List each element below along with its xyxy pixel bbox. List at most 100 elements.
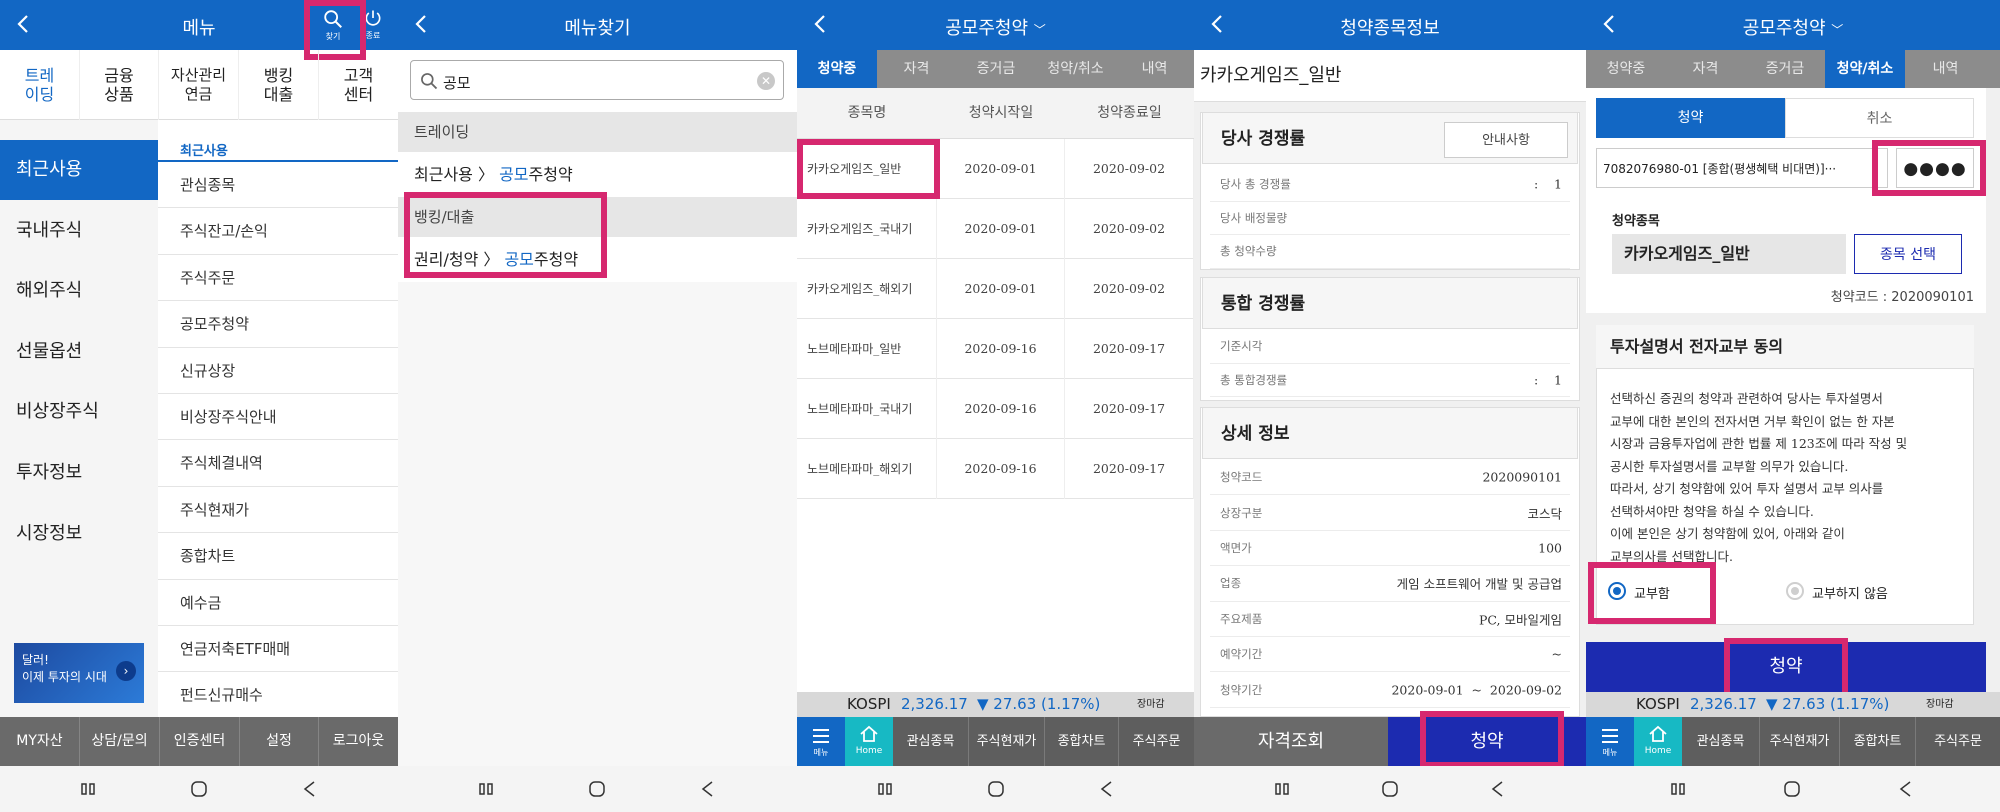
list-item[interactable]: 예수금 — [158, 580, 398, 626]
footer-consult[interactable]: 상담/문의 — [80, 717, 160, 766]
qualification-check-button[interactable]: 자격조회 — [1194, 717, 1388, 766]
tab-apply-cancel[interactable]: 청약/취소 — [1036, 50, 1115, 88]
nav-current-price[interactable]: 주식현재가 — [969, 717, 1045, 766]
back-icon[interactable] — [698, 779, 718, 799]
radio-not-deliver[interactable]: 교부하지 않음 — [1786, 578, 1916, 604]
recent-apps-icon[interactable] — [1668, 779, 1688, 799]
back-icon[interactable] — [300, 779, 320, 799]
tab-qualification[interactable]: 자격 — [877, 50, 956, 88]
tab-in-progress[interactable]: 청약중 — [1586, 50, 1666, 88]
recent-apps-icon[interactable] — [78, 779, 98, 799]
result-match: 공모 — [499, 165, 529, 184]
home-icon[interactable] — [1380, 779, 1400, 799]
cell-name: 노브메타파마_해외기 — [797, 439, 937, 499]
side-item-overseas[interactable]: 해외주식 — [0, 261, 158, 321]
page-title[interactable]: 공모주청약 ﹀ — [1586, 14, 2000, 40]
promo-banner[interactable]: 달러! 이제 투자의 시대 › — [14, 643, 144, 703]
list-item[interactable]: 주식현재가 — [158, 487, 398, 534]
home-icon[interactable] — [587, 779, 607, 799]
nav-order[interactable]: 주식주문 — [1119, 717, 1194, 766]
side-item-market-info[interactable]: 시장정보 — [0, 504, 158, 564]
info-key: 주요제품 — [1220, 611, 1263, 626]
notice-button[interactable]: 안내사항 — [1444, 122, 1568, 158]
category-banking[interactable]: 뱅킹 대출 — [239, 50, 319, 120]
tab-deposit[interactable]: 증거금 — [956, 50, 1036, 88]
table-row[interactable]: 노브메타파마_일반 2020-09-16 2020-09-17 — [797, 319, 1194, 379]
tab-apply-cancel[interactable]: 청약/취소 — [1825, 50, 1905, 88]
list-item[interactable]: 관심종목 — [158, 162, 398, 209]
tab-history[interactable]: 내역 — [1905, 50, 1986, 88]
list-item[interactable]: 공모주청약 — [158, 301, 398, 348]
info-row: 상장구분 코스닥 — [1210, 495, 1570, 531]
category-asset[interactable]: 자산관리 연금 — [159, 50, 239, 120]
tab-deposit[interactable]: 증거금 — [1745, 50, 1825, 88]
subtab-apply[interactable]: 청약 — [1596, 98, 1785, 138]
list-item[interactable]: 비상장주식안내 — [158, 394, 398, 441]
list-item[interactable]: 종합차트 — [158, 533, 398, 580]
recent-apps-icon[interactable] — [1272, 779, 1292, 799]
side-item-futures[interactable]: 선물옵션 — [0, 322, 158, 382]
footer-settings[interactable]: 설정 — [240, 717, 319, 766]
page-title[interactable]: 공모주청약 ﹀ — [797, 14, 1194, 40]
col-name: 종목명 — [847, 105, 887, 121]
recent-apps-icon[interactable] — [875, 779, 895, 799]
kospi-label: KOSPI — [1636, 695, 1680, 713]
list-item[interactable]: 주식잔고/손익 — [158, 208, 398, 255]
search-input[interactable]: 공모 ✕ — [410, 60, 784, 100]
table-row[interactable]: 카카오게임즈_국내기 2020-09-01 2020-09-02 — [797, 199, 1194, 259]
footer-logout[interactable]: 로그아웃 — [319, 717, 398, 766]
footer-cert[interactable]: 인증센터 — [160, 717, 240, 766]
list-item[interactable]: 신규상장 — [158, 348, 398, 394]
nav-home-button[interactable]: Home — [845, 717, 893, 766]
nav-watchlist[interactable]: 관심종목 — [893, 717, 969, 766]
list-item[interactable]: 주식체결내역 — [158, 440, 398, 487]
table-row[interactable]: 노브메타파마_해외기 2020-09-16 2020-09-17 — [797, 439, 1194, 499]
nav-menu-button[interactable]: 메뉴 — [1586, 717, 1634, 766]
category-customer[interactable]: 고객 센터 — [319, 50, 398, 120]
back-icon[interactable] — [1488, 779, 1508, 799]
nav-order[interactable]: 주식주문 — [1916, 717, 2000, 766]
cell-end: 2020-09-17 — [1065, 319, 1194, 379]
side-item-recent[interactable]: 최근사용 — [0, 140, 158, 200]
footer-my-asset[interactable]: MY자산 — [0, 717, 80, 766]
nav-watchlist[interactable]: 관심종목 — [1682, 717, 1760, 766]
kospi-change: ▼ 27.63 (1.17%) — [1766, 695, 1890, 713]
back-icon[interactable] — [1896, 779, 1916, 799]
subtab-cancel[interactable]: 취소 — [1785, 98, 1974, 138]
recent-apps-icon[interactable] — [476, 779, 496, 799]
side-item-domestic[interactable]: 국내주식 — [0, 201, 158, 261]
table-row[interactable]: 카카오게임즈_해외기 2020-09-01 2020-09-02 — [797, 259, 1194, 319]
list-item[interactable]: 펀드신규매수 — [158, 672, 398, 719]
category-finance[interactable]: 금융 상품 — [80, 50, 159, 120]
tab-in-progress[interactable]: 청약중 — [797, 50, 877, 88]
side-item-invest-info[interactable]: 투자정보 — [0, 443, 158, 503]
system-nav-bar — [797, 766, 1194, 812]
tab-history[interactable]: 내역 — [1115, 50, 1194, 88]
nav-current-price[interactable]: 주식현재가 — [1760, 717, 1840, 766]
section-detail-info: 상세 정보 — [1202, 407, 1578, 459]
table-row[interactable]: 노브메타파마_국내기 2020-09-16 2020-09-17 — [797, 379, 1194, 439]
clear-icon[interactable]: ✕ — [757, 72, 775, 90]
category-trading[interactable]: 트레 이딩 — [0, 50, 80, 120]
list-item[interactable]: 주식주문 — [158, 255, 398, 302]
account-select[interactable]: 7082076980-01 [종합(평생혜택 비대면)]··· — [1596, 148, 1888, 188]
menu-search-panel: 메뉴찾기 공모 ✕ 트레이딩 최근사용 〉 공모주청약 뱅킹/대출 권리/청약 … — [398, 0, 797, 812]
title-text: 공모주청약 — [1742, 18, 1826, 39]
home-icon[interactable] — [189, 779, 209, 799]
nav-home-button[interactable]: Home — [1634, 717, 1682, 766]
back-icon[interactable] — [1097, 779, 1117, 799]
home-icon[interactable] — [986, 779, 1006, 799]
info-value: 2020-09-01 ~ 2020-09-02 — [1391, 682, 1562, 698]
nav-chart[interactable]: 종합차트 — [1045, 717, 1119, 766]
system-nav-bar — [0, 766, 398, 812]
home-icon[interactable] — [1782, 779, 1802, 799]
nav-chart[interactable]: 종합차트 — [1840, 717, 1916, 766]
info-value: : 1 — [1533, 176, 1562, 192]
list-item[interactable]: 연금저축ETF매매 — [158, 626, 398, 673]
side-item-unlisted[interactable]: 비상장주식 — [0, 382, 158, 442]
search-result-1[interactable]: 최근사용 〉 공모주청약 — [398, 152, 797, 197]
select-item-button[interactable]: 종목 선택 — [1854, 234, 1962, 274]
tab-qualification[interactable]: 자격 — [1666, 50, 1745, 88]
info-key: 예약기간 — [1220, 647, 1263, 662]
nav-menu-button[interactable]: 메뉴 — [797, 717, 845, 766]
